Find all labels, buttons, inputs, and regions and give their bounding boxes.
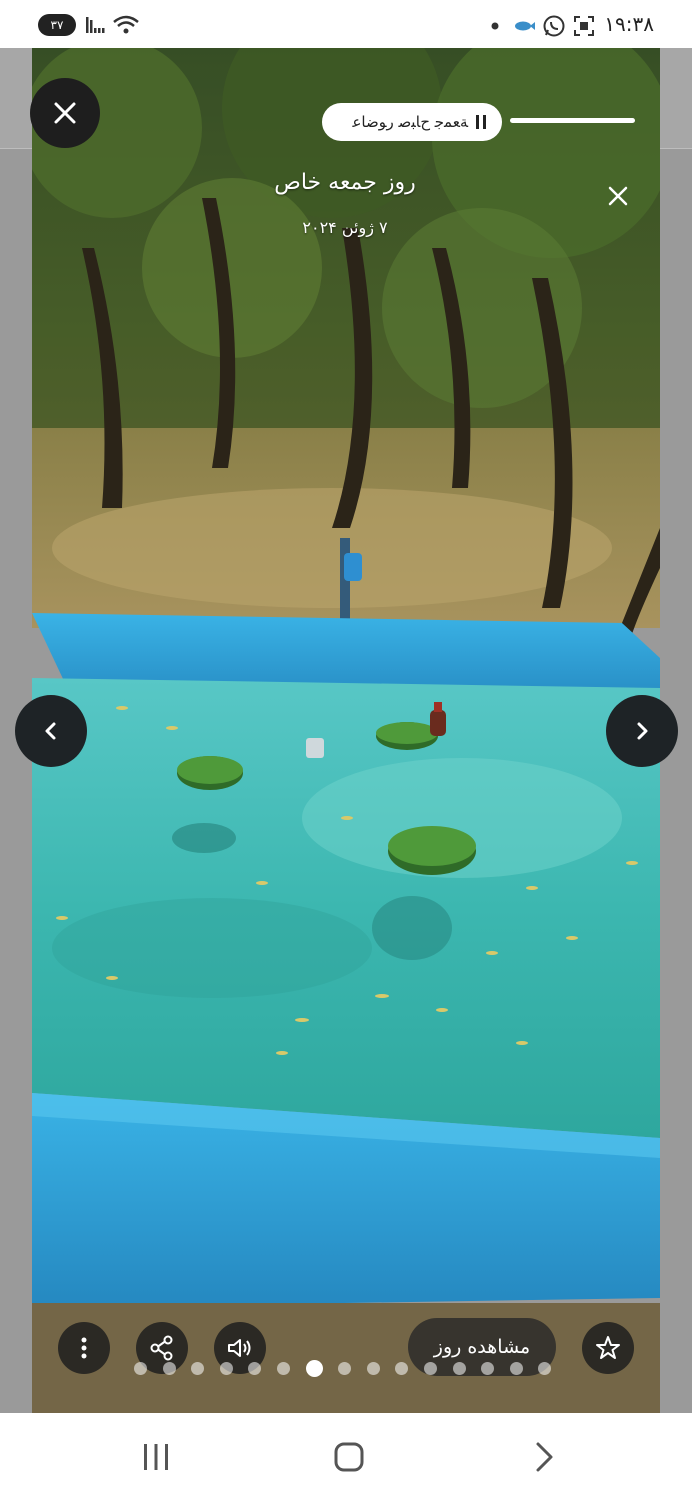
page-dot[interactable]	[481, 1361, 495, 1375]
story-title: روز جمعه خاص	[274, 170, 416, 195]
page-dot[interactable]	[452, 1361, 466, 1375]
more-options-button[interactable]	[58, 1322, 110, 1374]
wifi-icon	[113, 15, 139, 34]
page-dot[interactable]	[219, 1361, 233, 1375]
dot-icon	[491, 22, 499, 30]
previous-button[interactable]	[15, 695, 87, 767]
page-dot-active[interactable]	[305, 1359, 323, 1377]
chevron-right-icon	[637, 722, 648, 740]
system-navigation-bar	[0, 1413, 692, 1500]
page-dot[interactable]	[338, 1361, 352, 1375]
story-date: ۷ ژوئن ۲۰۲۴	[302, 218, 388, 237]
story-progress-label: ﺔﻌﻤﺟ ﺡﺎﺒﺻ ﺭﻮﺿﺎﻋ	[352, 113, 468, 131]
recent-apps-icon[interactable]	[140, 1441, 172, 1473]
status-bar: ۳۷ ۱۹:۳۸	[0, 0, 692, 48]
page-dot[interactable]	[423, 1361, 437, 1375]
story-photo[interactable]	[32, 48, 660, 1413]
page-dot[interactable]	[395, 1361, 409, 1375]
favorite-button[interactable]	[582, 1322, 634, 1374]
page-dot[interactable]	[134, 1361, 147, 1375]
story-progress-bar	[510, 118, 635, 123]
chevron-left-icon	[45, 722, 56, 740]
page-dot[interactable]	[538, 1361, 552, 1375]
pause-icon	[476, 115, 486, 129]
volume-icon	[228, 1339, 251, 1357]
close-story-button[interactable]	[30, 78, 100, 148]
back-icon[interactable]	[528, 1441, 560, 1473]
next-button[interactable]	[606, 695, 678, 767]
page-dot[interactable]	[276, 1361, 290, 1375]
pool-photo-image	[32, 48, 660, 1413]
story-progress-pill[interactable]: ﺔﻌﻤﺟ ﺡﺎﺒﺻ ﺭﻮﺿﺎﻋ	[322, 103, 502, 141]
dismiss-button[interactable]	[602, 180, 634, 212]
share-icon	[150, 1335, 173, 1361]
page-dot[interactable]	[366, 1361, 380, 1375]
star-icon	[596, 1336, 620, 1359]
screenshot-icon	[574, 16, 594, 36]
page-dot[interactable]	[509, 1361, 523, 1375]
close-icon	[54, 102, 76, 124]
clock: ۱۹:۳۸	[604, 12, 654, 36]
battery-indicator: ۳۷	[38, 14, 76, 36]
page-dot[interactable]	[162, 1361, 176, 1375]
page-dot[interactable]	[191, 1361, 205, 1375]
whatsapp-icon	[543, 15, 565, 37]
home-icon[interactable]	[333, 1441, 365, 1473]
page-dot[interactable]	[248, 1361, 262, 1375]
page-indicator	[134, 1359, 567, 1377]
more-vertical-icon	[81, 1337, 87, 1359]
signal-icon	[86, 17, 105, 33]
close-icon	[608, 186, 628, 206]
fish-icon	[515, 21, 535, 31]
